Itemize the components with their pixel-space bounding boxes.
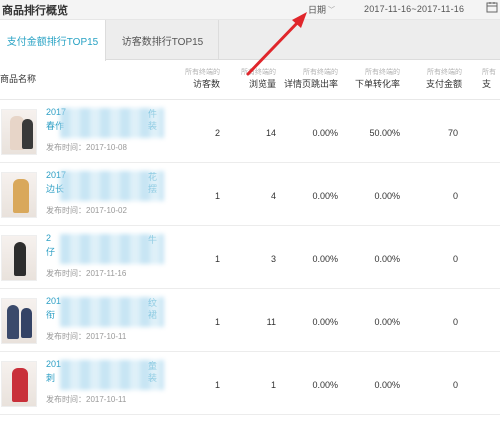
product-thumbnail[interactable] [1, 109, 37, 155]
column-subheader: 所有终端的 [185, 69, 220, 76]
cell-payment-amount: 0 [452, 317, 458, 327]
column-header-label: 浏览量 [248, 79, 276, 89]
publish-date: 发布时间：2017-10-11 [46, 332, 127, 341]
publish-date: 发布时间：2017-10-11 [46, 395, 127, 404]
column-subheader: 所有终端的 [427, 69, 462, 76]
table-header: 商品名称 所有终端的 访客数 所有终端的 浏览量 所有终端的 详情页跳出率 所有… [0, 62, 500, 100]
calendar-icon[interactable] [486, 1, 498, 16]
redaction-blur [60, 360, 164, 390]
tab-visitors-top15[interactable]: 访客数排行TOP15 [107, 20, 219, 60]
cell-conversion: 0.00% [374, 254, 400, 264]
date-dropdown[interactable]: 日期 ﹀ [308, 3, 335, 16]
date-range-text: 2017-11-16~2017-11-16 [364, 4, 465, 14]
publish-date: 发布时间：2017-10-08 [46, 143, 127, 152]
column-header-pageviews[interactable]: 所有终端的 浏览量 [228, 68, 276, 91]
cell-bounce-rate: 0.00% [312, 317, 338, 327]
product-thumbnail[interactable] [1, 298, 37, 344]
table-row: 2017 件 春作 装 发布时间：2017-10-08 2 14 0.00% 5… [0, 101, 500, 163]
cell-pageviews: 14 [265, 128, 276, 138]
redaction-blur [60, 234, 164, 264]
table-row: 2017 花 边长 摆 发布时间：2017-10-02 1 4 0.00% 0.… [0, 164, 500, 226]
cell-conversion: 0.00% [374, 317, 400, 327]
product-title-line2[interactable]: 衔 [46, 308, 55, 321]
cell-pageviews: 4 [270, 191, 276, 201]
product-title-line1[interactable]: 201 [46, 359, 61, 369]
cell-conversion: 50.00% [369, 128, 400, 138]
cell-payment-amount: 0 [452, 380, 458, 390]
product-thumbnail[interactable] [1, 361, 37, 407]
column-subheader: 所有 [482, 69, 496, 76]
publish-date: 发布时间：2017-10-02 [46, 206, 127, 215]
cell-visitors: 1 [214, 380, 220, 390]
product-title-line1[interactable]: 201 [46, 296, 61, 306]
cell-visitors: 2 [214, 128, 220, 138]
column-header-label: 支 [482, 79, 492, 89]
cell-visitors: 1 [214, 191, 220, 201]
cell-bounce-rate: 0.00% [312, 254, 338, 264]
cell-payment-amount: 0 [452, 191, 458, 201]
cell-pageviews: 1 [270, 380, 276, 390]
cell-pageviews: 11 [266, 317, 276, 327]
column-subheader: 所有终端的 [303, 69, 338, 76]
tab-payment-amount-top15[interactable]: 支付金额排行TOP15 [0, 20, 106, 61]
cell-pageviews: 3 [270, 254, 276, 264]
product-title-line1[interactable]: 2 [46, 233, 51, 243]
chevron-down-icon: ﹀ [328, 6, 336, 14]
column-header-label: 下单转化率 [354, 79, 400, 89]
cell-payment-amount: 70 [447, 128, 458, 138]
column-header-extra[interactable]: 所有 支 [482, 68, 500, 91]
publish-date: 发布时间：2017-11-16 [46, 269, 127, 278]
cell-conversion: 0.00% [374, 191, 400, 201]
product-title-line2[interactable]: 仔 [46, 245, 55, 258]
tab-bar: 支付金额排行TOP15 访客数排行TOP15 [0, 20, 500, 61]
cell-bounce-rate: 0.00% [312, 191, 338, 201]
redaction-blur [60, 297, 164, 327]
column-header-visitors[interactable]: 所有终端的 访客数 [172, 68, 220, 91]
cell-bounce-rate: 0.00% [312, 380, 338, 390]
table-row: 201 童 刺 装 发布时间：2017-10-11 1 1 0.00% 0.00… [0, 353, 500, 415]
date-dropdown-label: 日期 [308, 5, 327, 15]
product-thumbnail[interactable] [1, 172, 37, 218]
cell-visitors: 1 [214, 254, 220, 264]
column-subheader: 所有终端的 [241, 69, 276, 76]
column-header-bounce-rate[interactable]: 所有终端的 详情页跳出率 [282, 68, 338, 91]
table-row: 2 牛 仔 发布时间：2017-11-16 1 3 0.00% 0.00% 0 [0, 227, 500, 289]
column-subheader: 所有终端的 [365, 69, 400, 76]
table-row: 201 纹 衔 裙 发布时间：2017-10-11 1 11 0.00% 0.0… [0, 290, 500, 352]
column-header-conversion[interactable]: 所有终端的 下单转化率 [348, 68, 400, 91]
cell-visitors: 1 [214, 317, 220, 327]
redaction-blur [60, 171, 164, 201]
cell-bounce-rate: 0.00% [312, 128, 338, 138]
product-title-line2[interactable]: 刺 [46, 371, 55, 384]
page-title: 商品排行概览 [2, 5, 68, 17]
cell-conversion: 0.00% [374, 380, 400, 390]
column-header-product: 商品名称 [0, 74, 37, 84]
column-header-label: 支付金额 [425, 79, 462, 89]
redaction-blur [60, 108, 164, 138]
column-header-label: 详情页跳出率 [283, 79, 338, 89]
cell-payment-amount: 0 [452, 254, 458, 264]
column-header-payment-amount[interactable]: 所有终端的 支付金额 [412, 68, 462, 91]
top-header: 商品排行概览 日期 ﹀ 2017-11-16~2017-11-16 [0, 0, 500, 20]
product-thumbnail[interactable] [1, 235, 37, 281]
column-header-label: 访客数 [192, 79, 220, 89]
